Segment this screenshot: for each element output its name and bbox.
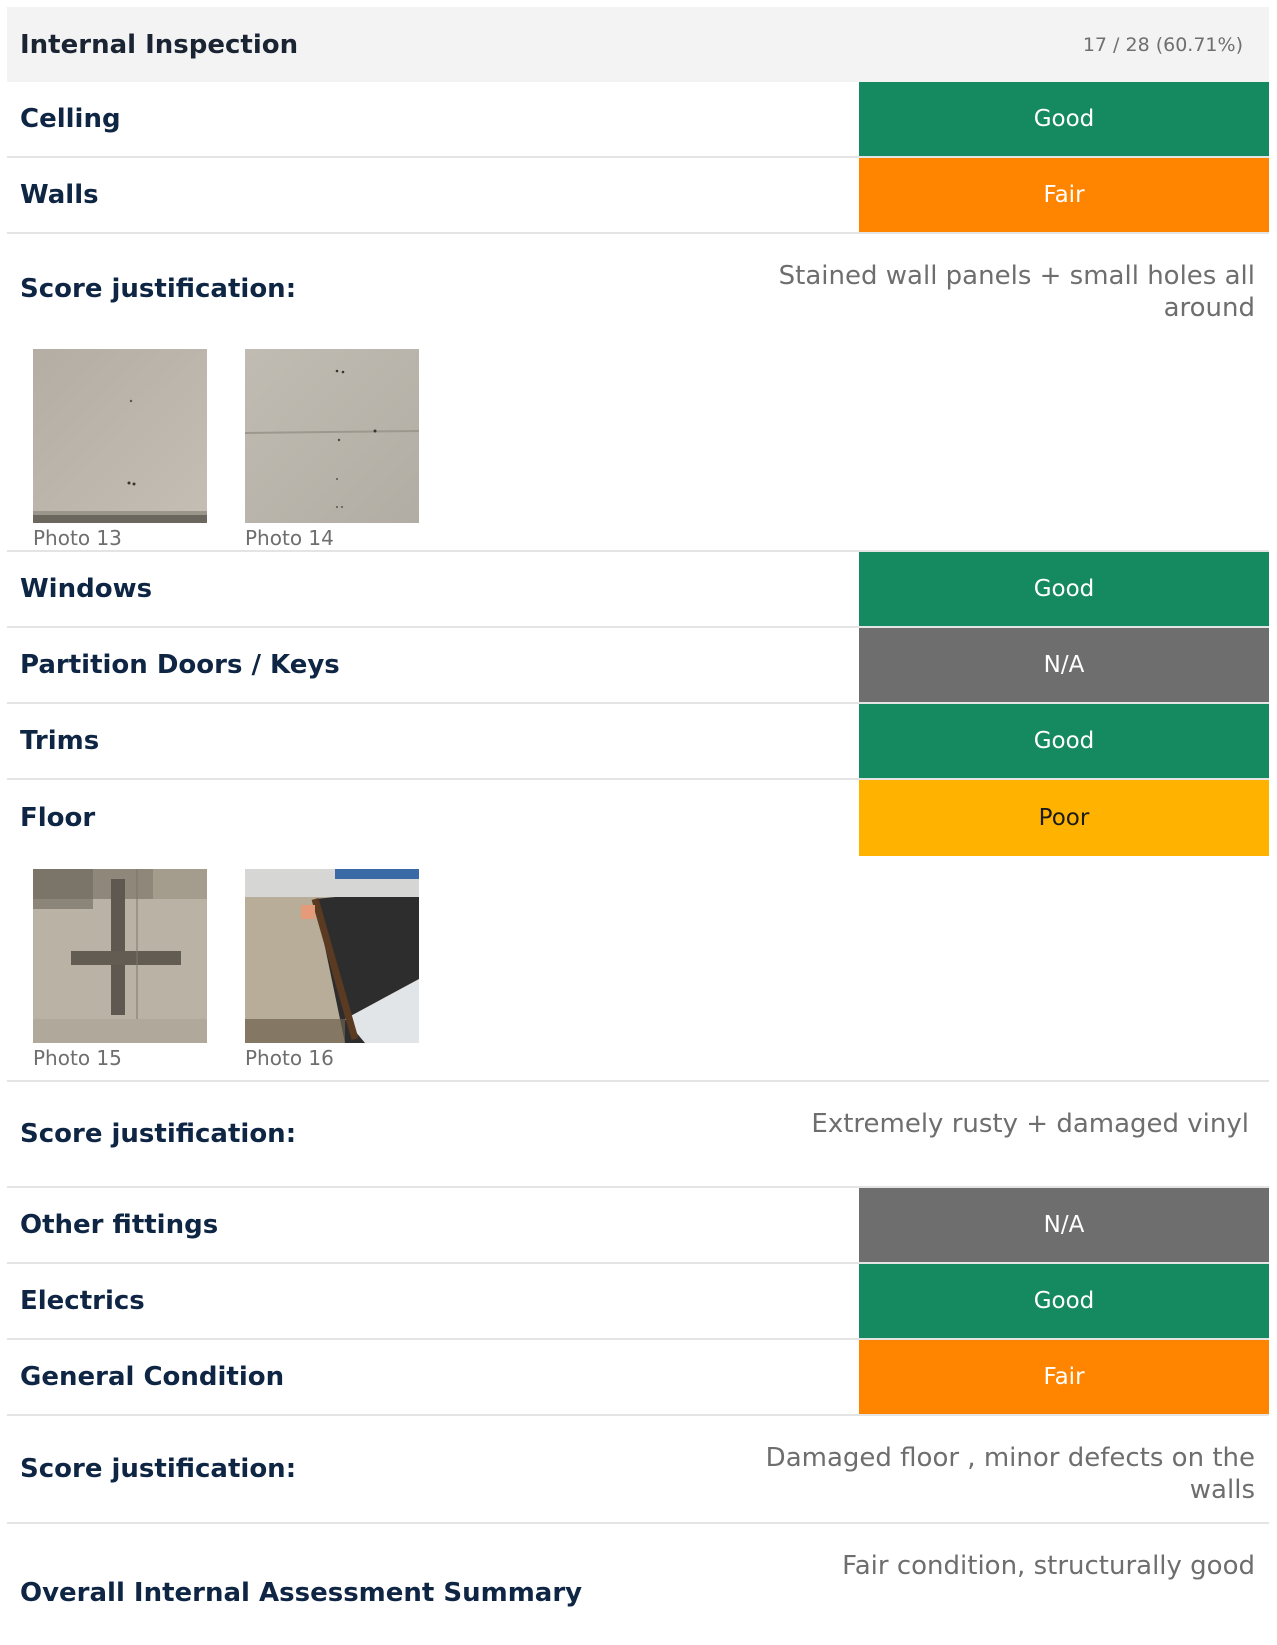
photo-thumbnail[interactable]: Photo 16 [245,869,419,1070]
inspection-row-windows: Windows Good [7,552,1269,628]
photo-caption: Photo 15 [33,1046,122,1070]
internal-inspection-section: Internal Inspection 17 / 28 (60.71%) Cel… [7,7,1269,1632]
floor-photo-image [33,869,207,1043]
photo-caption: Photo 16 [245,1046,334,1070]
rating-badge: Fair [859,1340,1269,1414]
inspection-row-partition-doors: Partition Doors / Keys N/A [7,628,1269,704]
photo-caption: Photo 14 [245,526,334,550]
photo-thumbnail[interactable]: Photo 13 [33,349,207,550]
section-header[interactable]: Internal Inspection 17 / 28 (60.71%) [7,7,1269,82]
justification-label: Score justification: [20,1454,297,1484]
item-label: Partition Doors / Keys [20,650,340,680]
section-progress: 17 / 28 (60.71%) [1082,33,1243,56]
inspection-row-other-fittings: Other fittings N/A [7,1188,1269,1264]
score-justification-walls: Score justification: Stained wall panels… [7,234,1269,344]
justification-label: Score justification: [20,1119,297,1149]
rating-badge: Good [859,704,1269,778]
inspection-row-floor: Floor Poor [7,780,1269,856]
rating-badge: Good [859,1264,1269,1338]
inspection-row-walls: Walls Fair [7,158,1269,234]
justification-text: Extremely rusty + damaged vinyl [811,1109,1249,1139]
photo-caption: Photo 13 [33,526,122,550]
photo-thumbnail[interactable]: Photo 14 [245,349,419,550]
photo-thumbnail[interactable]: Photo 15 [33,869,207,1070]
item-label: Floor [20,803,96,833]
justification-text: Damaged floor , minor defects on the wal… [765,1443,1255,1505]
inspection-row-ceiling: Celling Good [7,82,1269,158]
summary-text: Fair condition, structurally good [842,1551,1255,1581]
inspection-row-general-condition: General Condition Fair [7,1340,1269,1416]
score-justification-floor: Score justification: Extremely rusty + d… [7,1082,1269,1188]
rating-badge: Good [859,552,1269,626]
rating-badge: Fair [859,158,1269,232]
summary-label: Overall Internal Assessment Summary [20,1578,583,1608]
inspection-row-trims: Trims Good [7,704,1269,780]
item-label: Trims [20,726,100,756]
justification-text: Stained wall panels + small holes all ar… [778,261,1255,323]
rating-badge: Poor [859,780,1269,856]
rating-badge: N/A [859,1188,1269,1262]
item-label: Electrics [20,1286,145,1316]
item-label: Walls [20,180,99,210]
item-label: Other fittings [20,1210,219,1240]
wall-photo-image [33,349,207,523]
floor-photos: Photo 15 Photo 16 [7,856,1269,1082]
item-label: General Condition [20,1362,285,1392]
rating-badge: N/A [859,628,1269,702]
inspection-row-electrics: Electrics Good [7,1264,1269,1340]
wall-photo-image [245,349,419,523]
rating-badge: Good [859,82,1269,156]
item-label: Celling [20,104,121,134]
walls-photos: Photo 13 Photo 14 [7,344,1269,552]
overall-assessment-summary: Overall Internal Assessment Summary Fair… [7,1524,1269,1632]
justification-label: Score justification: [20,274,297,304]
item-label: Windows [20,574,153,604]
section-title: Internal Inspection [20,29,299,60]
floor-photo-image [245,869,419,1043]
score-justification-general: Score justification: Damaged floor , min… [7,1416,1269,1524]
